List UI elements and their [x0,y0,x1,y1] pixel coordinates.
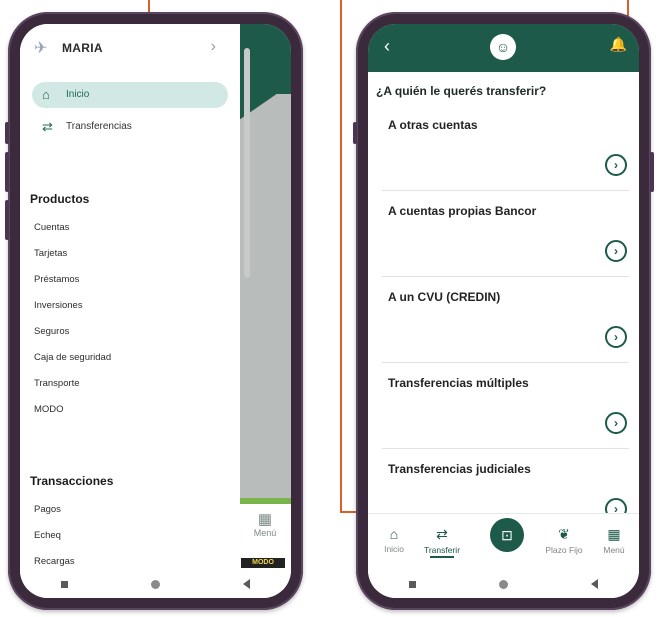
left-screen: ▦ Menú MODO ✈ MARIA › ⌂ Inicio ⇄ Transfe… [20,24,291,598]
option-cvu-credin[interactable]: A un CVU (CREDIN) › [382,282,629,363]
option-title: A otras cuentas [388,118,478,132]
menu-item-inversiones[interactable]: Inversiones [34,300,83,311]
recents-icon[interactable] [409,580,417,588]
system-nav-bar [20,570,291,598]
drawer-scrollbar[interactable] [244,48,250,278]
drawer-header[interactable]: ✈ MARIA › [34,38,230,60]
nav-label: Inicio [384,544,404,554]
nav-label: Menú [603,545,625,555]
option-cuentas-propias[interactable]: A cuentas propias Bancor › [382,196,629,277]
menu-item-caja-de-seguridad[interactable]: Caja de seguridad [34,352,111,363]
nav-label: Transferir [423,545,461,555]
chevron-right-icon[interactable]: › [211,38,216,56]
section-title-transacciones: Transacciones [30,474,114,488]
home-icon: ⌂ [42,87,50,102]
sidebar-item-inicio[interactable]: ⌂ Inicio [32,82,228,108]
option-title: A cuentas propias Bancor [388,204,537,218]
option-otras-cuentas[interactable]: A otras cuentas › [382,110,629,191]
menu-item-transporte[interactable]: Transporte [34,378,80,389]
menu-item-pagos[interactable]: Pagos [34,504,61,515]
nav-label: Plazo Fijo [545,545,583,555]
recents-icon[interactable] [61,580,69,588]
menu-grid-icon: ▦ [607,526,621,542]
menu-item-recargas[interactable]: Recargas [34,556,75,567]
home-system-icon[interactable] [150,579,160,589]
nav-inicio[interactable]: ⌂ Inicio [370,526,418,554]
qr-scan-button[interactable]: ⊡ [490,518,524,552]
active-indicator [430,556,454,558]
user-name: MARIA [62,41,103,55]
menu-item-tarjetas[interactable]: Tarjetas [34,248,67,259]
chevron-right-circle-icon[interactable]: › [605,412,627,434]
sidebar-item-label: Transferencias [66,121,132,132]
option-title: Transferencias judiciales [388,462,531,476]
avatar-icon[interactable]: ☺ [490,34,516,60]
chevron-right-circle-icon[interactable]: › [605,326,627,348]
right-screen: ‹ ☺ 🔔 ¿A quién le querés transferir? A o… [368,24,639,598]
nav-menu[interactable]: ▦ Menú [590,526,638,555]
transfer-icon: ⇄ [436,526,448,542]
sidebar-item-transferencias[interactable]: ⇄ Transferencias [32,114,228,140]
option-transferencias-multiples[interactable]: Transferencias múltiples › [382,368,629,449]
back-arrow-icon[interactable]: ‹ [384,36,390,57]
section-title-productos: Productos [30,192,90,206]
callout-line-center-vertical [340,0,342,512]
phone-right: ‹ ☺ 🔔 ¿A quién le querés transferir? A o… [353,12,654,610]
chevron-right-circle-icon[interactable]: › [605,154,627,176]
back-icon[interactable] [590,579,598,589]
modo-logo: MODO [241,558,285,568]
chevron-right-circle-icon[interactable]: › [605,240,627,262]
option-title: A un CVU (CREDIN) [388,290,501,304]
nav-plazo-fijo[interactable]: ❦ Plazo Fijo [540,526,588,555]
app-header: ‹ ☺ 🔔 [368,24,639,72]
home-system-icon[interactable] [498,579,508,589]
option-title: Transferencias múltiples [388,376,529,390]
nav-transferir[interactable]: ⇄ Transferir [418,526,466,558]
menu-item-modo[interactable]: MODO [34,404,64,415]
side-button [353,122,357,144]
page-title: ¿A quién le querés transferir? [376,84,547,98]
menu-grid-icon: ▦ [257,511,273,528]
side-button [5,122,9,144]
menu-item-prestamos[interactable]: Préstamos [34,274,79,285]
transfer-icon: ⇄ [42,119,53,134]
system-nav-bar [368,570,639,598]
background-menu-label: Menú [253,528,277,538]
bottom-nav: ⌂ Inicio ⇄ Transferir ⊡ ❦ Plazo Fijo ▦ M… [368,513,639,570]
sidebar-item-label: Inicio [66,89,90,100]
bell-icon[interactable]: 🔔 [610,36,627,53]
menu-item-echeq[interactable]: Echeq [34,530,61,541]
side-drawer: ✈ MARIA › ⌂ Inicio ⇄ Transferencias Prod… [20,24,240,598]
side-button [650,152,654,192]
side-button [5,200,9,240]
side-button [5,152,9,192]
back-icon[interactable] [242,579,250,589]
home-icon: ⌂ [389,526,399,542]
menu-item-seguros[interactable]: Seguros [34,326,69,337]
phone-left: ▦ Menú MODO ✈ MARIA › ⌂ Inicio ⇄ Transfe… [5,12,303,610]
bancor-logo-icon: ✈ [34,40,48,57]
menu-item-cuentas[interactable]: Cuentas [34,222,69,233]
piggy-bank-icon: ❦ [558,526,570,542]
